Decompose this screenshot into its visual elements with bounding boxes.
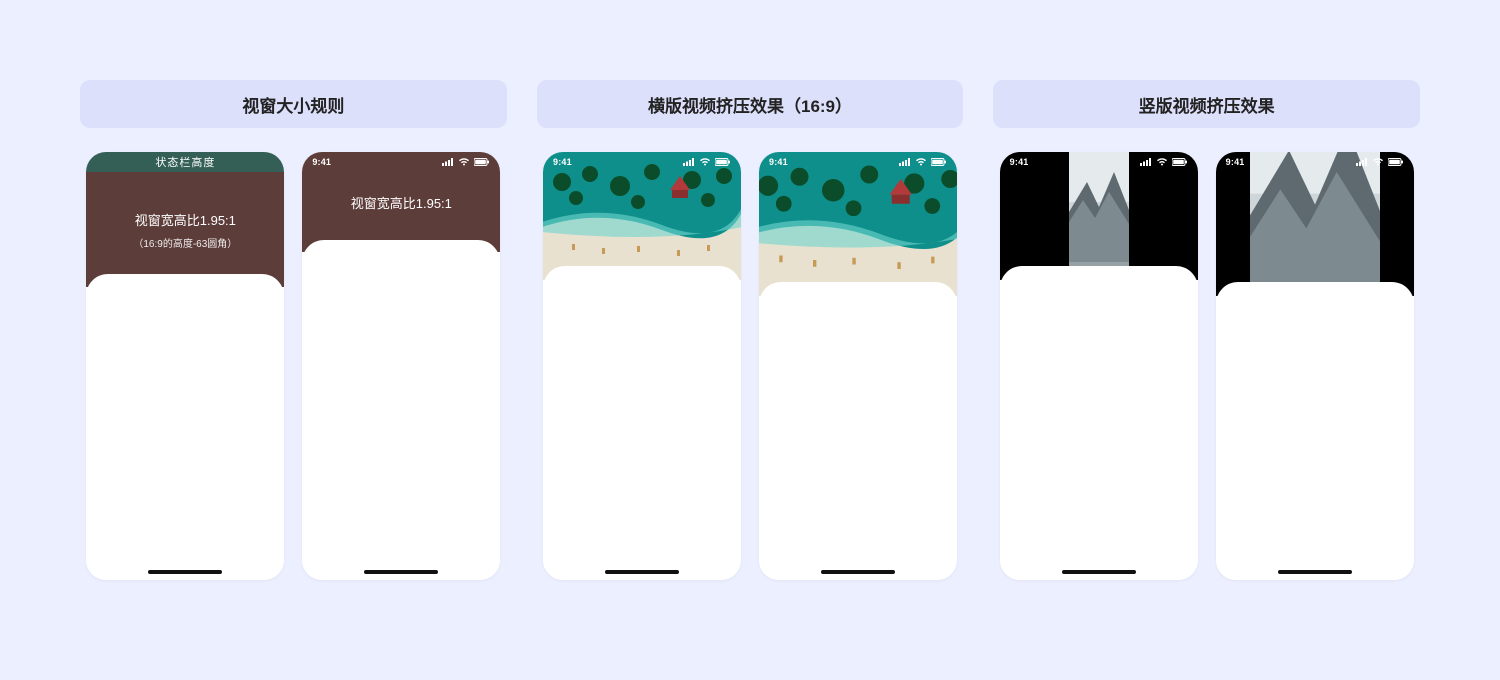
battery-icon bbox=[715, 158, 731, 166]
phone-mock: 9:41 bbox=[543, 152, 741, 580]
col-viewport-rule: 视窗大小规则 状态栏高度 视窗宽高比1.95:1 （16:9的高度-63圆角） … bbox=[80, 80, 507, 580]
battery-icon bbox=[931, 158, 947, 166]
status-time: 9:41 bbox=[553, 157, 572, 167]
phones-row: 状态栏高度 视窗宽高比1.95:1 （16:9的高度-63圆角） 9:41 bbox=[80, 152, 507, 580]
phone-mock: 9:41 bbox=[759, 152, 957, 580]
status-icons bbox=[683, 158, 731, 166]
wifi-icon bbox=[1156, 158, 1168, 166]
col-portrait-video: 竖版视频挤压效果 9:41 bbox=[993, 80, 1420, 580]
portrait-video bbox=[1250, 152, 1380, 296]
wifi-icon bbox=[915, 158, 927, 166]
home-indicator-icon bbox=[1278, 570, 1352, 574]
beach-image bbox=[759, 152, 957, 296]
phone-mock: 状态栏高度 视窗宽高比1.95:1 （16:9的高度-63圆角） bbox=[86, 152, 284, 580]
battery-icon bbox=[1388, 158, 1404, 166]
battery-icon bbox=[1172, 158, 1188, 166]
col-title: 视窗大小规则 bbox=[80, 80, 507, 128]
status-bar: 9:41 bbox=[1216, 152, 1414, 172]
status-time: 9:41 bbox=[1226, 157, 1245, 167]
signal-icon bbox=[683, 158, 695, 166]
phone-mock: 9:41 视窗宽高比1.95:1 bbox=[302, 152, 500, 580]
wifi-icon bbox=[699, 158, 711, 166]
status-bar: 9:41 bbox=[1000, 152, 1198, 172]
status-time: 9:41 bbox=[1010, 157, 1029, 167]
status-bar: 9:41 bbox=[759, 152, 957, 172]
phones-row: 9:41 bbox=[993, 152, 1420, 580]
home-indicator-icon bbox=[364, 570, 438, 574]
content-sheet bbox=[302, 152, 500, 287]
col-landscape-video: 横版视频挤压效果（16:9） 9:41 bbox=[537, 80, 964, 580]
mountain-image bbox=[1250, 152, 1380, 296]
battery-icon bbox=[474, 158, 490, 166]
status-bar: 9:41 bbox=[543, 152, 741, 172]
video-header-portrait bbox=[1216, 152, 1414, 296]
status-icons bbox=[899, 158, 947, 166]
col-title: 横版视频挤压效果（16:9） bbox=[537, 80, 964, 128]
signal-icon bbox=[899, 158, 911, 166]
wifi-icon bbox=[1372, 158, 1384, 166]
phones-row: 9:41 bbox=[537, 152, 964, 580]
home-indicator-icon bbox=[1062, 570, 1136, 574]
home-indicator-icon bbox=[821, 570, 895, 574]
signal-icon bbox=[1140, 158, 1152, 166]
columns-row: 视窗大小规则 状态栏高度 视窗宽高比1.95:1 （16:9的高度-63圆角） … bbox=[80, 80, 1420, 580]
home-indicator-icon bbox=[148, 570, 222, 574]
status-bar: 9:41 bbox=[302, 152, 500, 172]
signal-icon bbox=[1356, 158, 1368, 166]
status-time: 9:41 bbox=[769, 157, 788, 167]
phone-mock: 9:41 bbox=[1000, 152, 1198, 580]
signal-icon bbox=[442, 158, 454, 166]
video-header bbox=[759, 152, 957, 296]
status-icons bbox=[442, 158, 490, 166]
wifi-icon bbox=[458, 158, 470, 166]
status-time: 9:41 bbox=[312, 157, 331, 167]
status-icons bbox=[1140, 158, 1188, 166]
home-indicator-icon bbox=[605, 570, 679, 574]
col-title: 竖版视频挤压效果 bbox=[993, 80, 1420, 128]
content-sheet bbox=[86, 152, 284, 287]
status-icons bbox=[1356, 158, 1404, 166]
phone-mock: 9:41 bbox=[1216, 152, 1414, 580]
